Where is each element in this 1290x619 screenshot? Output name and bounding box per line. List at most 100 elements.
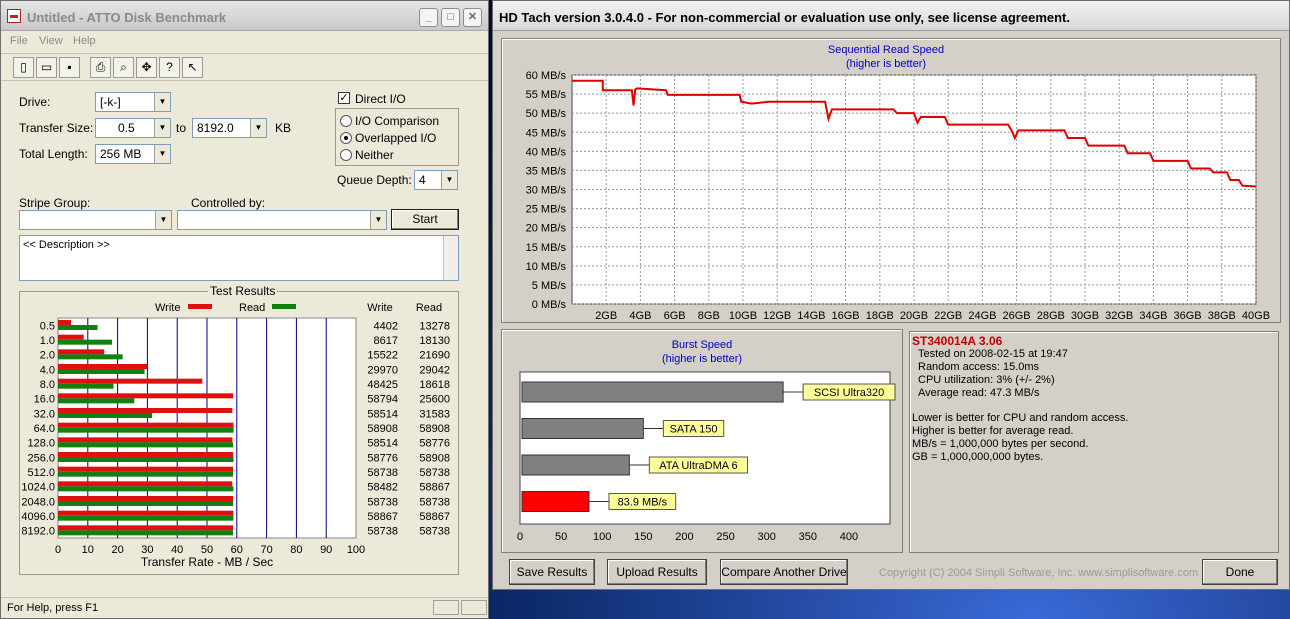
chevron-down-icon[interactable]: ▼ bbox=[154, 119, 170, 137]
atto-write-bar bbox=[58, 364, 148, 369]
transfer-from-select[interactable]: 0.5 ▼ bbox=[95, 118, 171, 138]
drive-name: ST340014A 3.06 bbox=[912, 334, 1003, 348]
menu-help[interactable]: Help bbox=[73, 35, 96, 47]
maximize-button[interactable]: □ bbox=[441, 8, 460, 27]
chevron-down-icon[interactable]: ▼ bbox=[155, 211, 171, 229]
radio-neither[interactable] bbox=[340, 149, 352, 161]
queue-depth-select[interactable]: 4 ▼ bbox=[414, 170, 458, 190]
seq-xtick-label: 26GB bbox=[1003, 310, 1031, 322]
test-results-group: Test Results 0 10 20 30 40 50 60 70 80 90 100 Trans… bbox=[19, 284, 459, 575]
atto-write-value: 58776 bbox=[367, 452, 398, 464]
menu-file[interactable]: File bbox=[10, 35, 28, 47]
radio-overlapped-io-label: Overlapped I/O bbox=[355, 131, 437, 145]
controlled-by-select[interactable]: ▼ bbox=[177, 210, 387, 230]
burst-xtick-label: 150 bbox=[634, 531, 652, 543]
atto-titlebar[interactable]: Untitled - ATTO Disk Benchmark _ □ ✕ bbox=[1, 1, 488, 31]
controlled-by-label: Controlled by: bbox=[191, 196, 266, 210]
new-file-icon[interactable]: ▯ bbox=[13, 57, 34, 78]
transfer-to-select[interactable]: 8192.0 ▼ bbox=[192, 118, 267, 138]
minimize-button[interactable]: _ bbox=[419, 8, 438, 27]
atto-write-value: 58908 bbox=[367, 423, 398, 435]
context-help-icon[interactable]: ↖ bbox=[182, 57, 203, 78]
chevron-down-icon[interactable]: ▼ bbox=[154, 93, 170, 111]
atto-read-bar bbox=[58, 413, 153, 418]
atto-category-label: 0.5 bbox=[40, 320, 55, 332]
done-button[interactable]: Done bbox=[1202, 559, 1278, 585]
start-button[interactable]: Start bbox=[391, 209, 459, 230]
atto-category-label: 4096.0 bbox=[21, 511, 55, 523]
seq-xtick-label: 28GB bbox=[1037, 310, 1065, 322]
drive-select[interactable]: [-k-] ▼ bbox=[95, 92, 171, 112]
radio-io-comparison[interactable] bbox=[340, 115, 352, 127]
direct-io-checkbox[interactable]: ✓ bbox=[338, 92, 350, 104]
seq-ytick-label: 0 MB/s bbox=[532, 299, 567, 311]
menu-view[interactable]: View bbox=[39, 35, 63, 47]
atto-write-value: 58514 bbox=[367, 408, 398, 420]
open-folder-icon[interactable]: ▭ bbox=[36, 57, 57, 78]
burst-label-text: SATA 150 bbox=[670, 424, 718, 436]
hdtach-window-title: HD Tach version 3.0.4.0 - For non-commer… bbox=[499, 10, 1070, 25]
chevron-down-icon[interactable]: ▼ bbox=[370, 211, 386, 229]
stripe-group-select[interactable]: ▼ bbox=[19, 210, 172, 230]
total-length-select[interactable]: 256 MB ▼ bbox=[95, 144, 171, 164]
atto-xtick-label: 80 bbox=[290, 544, 302, 556]
radio-overlapped-io[interactable] bbox=[340, 132, 352, 144]
hdtach-titlebar[interactable]: HD Tach version 3.0.4.0 - For non-commer… bbox=[493, 1, 1289, 31]
status-cell-2 bbox=[461, 600, 487, 615]
seq-ytick-label: 25 MB/s bbox=[526, 204, 567, 216]
seq-ytick-label: 10 MB/s bbox=[526, 261, 567, 273]
sequential-read-panel: Sequential Read Speed (higher is better) 0… bbox=[501, 38, 1281, 323]
atto-read-bar bbox=[58, 530, 234, 536]
atto-read-bar bbox=[58, 427, 234, 433]
chevron-down-icon[interactable]: ▼ bbox=[154, 145, 170, 163]
atto-read-value: 13278 bbox=[419, 320, 450, 332]
burst-speed-panel: Burst Speed (higher is better) 0 50 100 150 20… bbox=[501, 329, 903, 553]
description-scrollbar[interactable] bbox=[443, 236, 458, 280]
help-icon[interactable]: ? bbox=[159, 57, 180, 78]
atto-legend-read-swatch bbox=[272, 304, 296, 309]
seq-xtick-label: 30GB bbox=[1071, 310, 1099, 322]
save-icon[interactable]: ▪ bbox=[59, 57, 80, 78]
chevron-down-icon[interactable]: ▼ bbox=[250, 119, 266, 137]
burst-xtick-label: 50 bbox=[555, 531, 567, 543]
atto-read-value: 18130 bbox=[419, 335, 450, 347]
burst-speed-chart: Burst Speed (higher is better) 0 50 100 150 20… bbox=[517, 339, 896, 543]
print-preview-icon[interactable]: ⌕ bbox=[113, 57, 134, 78]
atto-write-value: 8617 bbox=[374, 335, 398, 347]
atto-write-bar bbox=[58, 378, 203, 384]
drive-info-panel: ST340014A 3.06 Tested on 2008-02-15 at 1… bbox=[909, 331, 1279, 553]
seq-ytick-label: 35 MB/s bbox=[526, 165, 567, 177]
drive-value: [-k-] bbox=[100, 95, 121, 109]
atto-read-value: 18618 bbox=[419, 379, 450, 391]
close-button[interactable]: ✕ bbox=[463, 8, 482, 27]
atto-read-value: 25600 bbox=[419, 394, 450, 406]
atto-read-value: 58908 bbox=[419, 423, 450, 435]
seq-ytick-label: 40 MB/s bbox=[526, 146, 567, 158]
atto-window: Untitled - ATTO Disk Benchmark _ □ ✕ Fil… bbox=[0, 0, 489, 619]
atto-window-title: Untitled - ATTO Disk Benchmark bbox=[27, 10, 227, 25]
atto-write-value: 58867 bbox=[367, 511, 398, 523]
info-cpu-utilization: CPU utilization: 3% (+/- 2%) bbox=[918, 374, 1055, 386]
print-icon[interactable]: ⎙ bbox=[90, 57, 111, 78]
save-results-button[interactable]: Save Results bbox=[509, 559, 595, 585]
atto-write-bar bbox=[58, 437, 233, 443]
atto-write-bar bbox=[58, 525, 234, 531]
atto-read-bar bbox=[58, 457, 234, 462]
atto-read-value: 31583 bbox=[419, 408, 450, 420]
atto-read-value: 58738 bbox=[419, 496, 450, 508]
atto-read-value: 58908 bbox=[419, 452, 450, 464]
info-average-read: Average read: 47.3 MB/s bbox=[918, 387, 1040, 399]
upload-results-button[interactable]: Upload Results bbox=[607, 559, 707, 585]
seq-ytick-label: 60 MB/s bbox=[526, 70, 567, 82]
note-lower-better: Lower is better for CPU and random acces… bbox=[912, 412, 1129, 424]
info-tested-on: Tested on 2008-02-15 at 19:47 bbox=[918, 348, 1068, 360]
compare-another-drive-button[interactable]: Compare Another Drive bbox=[720, 559, 848, 585]
info-random-access: Random access: 15.0ms bbox=[918, 361, 1040, 373]
seq-xtick-label: 10GB bbox=[729, 310, 757, 322]
move-icon[interactable]: ✥ bbox=[136, 57, 157, 78]
description-box[interactable]: << Description >> bbox=[19, 235, 459, 281]
atto-category-label: 1.0 bbox=[40, 335, 55, 347]
atto-category-label: 512.0 bbox=[27, 467, 55, 479]
chevron-down-icon[interactable]: ▼ bbox=[441, 171, 457, 189]
atto-write-value: 29970 bbox=[367, 364, 398, 376]
